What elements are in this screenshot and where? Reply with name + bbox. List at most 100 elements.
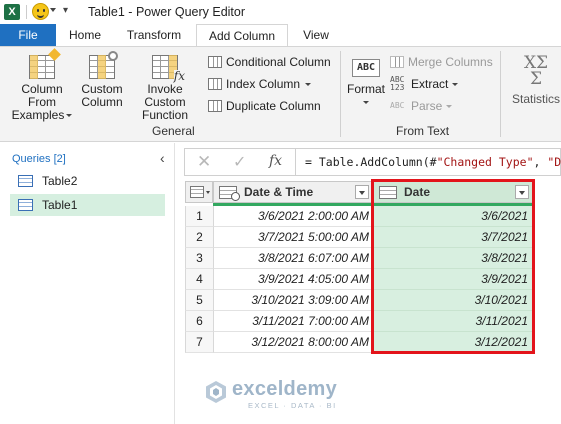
invoke-custom-function-button[interactable]: fx Invoke Custom Function — [126, 55, 204, 122]
column-header-date-time[interactable]: Date & Time — [213, 181, 373, 203]
format-abc-icon: ABC — [352, 59, 380, 77]
group-separator-2 — [500, 51, 501, 137]
data-grid: Date & Time Date 1 3/6/2021 2:00:00 AM 3… — [185, 181, 561, 353]
parse-abc-icon: ABC — [390, 101, 405, 110]
parse-label: Parse — [411, 99, 443, 113]
formula-input[interactable]: = Table.AddColumn(#"Changed Type", "Dat — [305, 155, 561, 169]
window-title: Table1 - Power Query Editor — [88, 5, 246, 19]
tab-add-column[interactable]: Add Column — [196, 24, 288, 47]
custom-column-label-2: Column — [81, 95, 123, 109]
cell-date[interactable]: 3/6/2021 — [373, 206, 533, 227]
group-label-from-text: From Text — [396, 124, 450, 138]
query-item-label: Table1 — [42, 198, 78, 212]
row-number[interactable]: 6 — [185, 311, 213, 332]
column-header-date[interactable]: Date — [373, 181, 533, 203]
column-from-examples-label-2: Examples — [11, 108, 65, 122]
cancel-formula-icon[interactable]: ✕ — [197, 152, 211, 172]
title-bar: X ▾ Table1 - Power Query Editor — [0, 0, 561, 24]
tab-file[interactable]: File — [0, 24, 56, 46]
statistics-sigma-icon: XΣ Σ — [523, 53, 549, 89]
cell-date-time[interactable]: 3/9/2021 4:05:00 AM — [213, 269, 373, 290]
formula-bar: ✕ ✓ fx = Table.AddColumn(#"Changed Type"… — [184, 148, 561, 176]
extract-button[interactable]: ABC 123 Extract — [390, 75, 459, 93]
row-number[interactable]: 7 — [185, 332, 213, 353]
statistics-button[interactable]: XΣ Σ Statistics — [506, 55, 561, 106]
cell-date-time[interactable]: 3/10/2021 3:09:00 AM — [213, 290, 373, 311]
column-filter-dropdown-icon[interactable] — [515, 185, 529, 199]
table-row: 5 3/10/2021 3:09:00 AM 3/10/2021 — [185, 290, 533, 311]
table-menu-icon — [190, 186, 204, 198]
table-row: 2 3/7/2021 5:00:00 AM 3/7/2021 — [185, 227, 533, 248]
custom-column-icon — [89, 51, 118, 79]
column-from-examples-label-1: Column From — [21, 82, 63, 109]
cell-date[interactable]: 3/9/2021 — [373, 269, 533, 290]
table-row: 1 3/6/2021 2:00:00 AM 3/6/2021 — [185, 206, 533, 227]
cell-date[interactable]: 3/8/2021 — [373, 248, 533, 269]
row-number[interactable]: 5 — [185, 290, 213, 311]
index-column-icon — [208, 78, 222, 90]
duplicate-column-label: Duplicate Column — [226, 99, 321, 113]
column-header-label: Date — [404, 185, 431, 199]
tab-view[interactable]: View — [294, 24, 338, 46]
cell-date-time[interactable]: 3/6/2021 2:00:00 AM — [213, 206, 373, 227]
cell-date-time[interactable]: 3/7/2021 5:00:00 AM — [213, 227, 373, 248]
merge-columns-button[interactable]: Merge Columns — [390, 53, 493, 71]
tab-transform[interactable]: Transform — [118, 24, 190, 46]
conditional-column-button[interactable]: Conditional Column — [208, 53, 331, 71]
custom-column-button[interactable]: Custom Column — [80, 51, 124, 109]
query-item-table1[interactable]: Table1 — [10, 194, 165, 216]
duplicate-column-button[interactable]: Duplicate Column — [208, 97, 321, 115]
row-number[interactable]: 4 — [185, 269, 213, 290]
row-number[interactable]: 2 — [185, 227, 213, 248]
queries-pane: Queries [2] ‹ Table2 Table1 — [0, 143, 175, 424]
confirm-formula-icon[interactable]: ✓ — [233, 152, 246, 172]
datetime-type-icon[interactable] — [219, 186, 240, 201]
excel-logo-icon[interactable]: X — [4, 4, 20, 20]
table-menu-button[interactable] — [185, 181, 213, 203]
exceldemy-logo-icon — [206, 381, 226, 403]
watermark: exceldemy EXCEL · DATA · BI — [204, 378, 364, 412]
formula-prefix: = Table.AddColumn(# — [305, 155, 437, 169]
index-column-dropdown-icon[interactable] — [305, 82, 312, 86]
conditional-column-label: Conditional Column — [226, 55, 331, 69]
date-type-icon[interactable] — [379, 186, 397, 199]
collapse-pane-icon[interactable]: ‹ — [160, 150, 165, 166]
cell-date-time[interactable]: 3/12/2021 8:00:00 AM — [213, 332, 373, 353]
row-number[interactable]: 3 — [185, 248, 213, 269]
invoke-function-icon: fx — [152, 55, 185, 82]
table-menu-dropdown-icon — [206, 191, 210, 194]
query-item-table2[interactable]: Table2 — [10, 170, 165, 192]
duplicate-column-icon — [208, 100, 222, 112]
quick-access-customize-icon[interactable]: ▾ — [63, 6, 68, 16]
extract-dropdown-icon — [452, 82, 459, 86]
format-label: Format — [346, 82, 385, 96]
feedback-smiley-icon[interactable] — [32, 3, 49, 20]
cell-date[interactable]: 3/12/2021 — [373, 332, 533, 353]
table-row: 4 3/9/2021 4:05:00 AM 3/9/2021 — [185, 269, 533, 290]
column-from-examples-button[interactable]: Column From Examples — [6, 48, 78, 122]
fx-icon[interactable]: fx — [269, 153, 282, 169]
formula-separator — [295, 149, 296, 175]
invoke-custom-function-label-2: Function — [141, 108, 189, 122]
chevron-down-icon — [66, 114, 73, 118]
ribbon-tabs: File Home Transform Add Column View — [0, 24, 561, 47]
cell-date[interactable]: 3/7/2021 — [373, 227, 533, 248]
smiley-dropdown-icon[interactable] — [50, 8, 56, 12]
index-column-button[interactable]: Index Column — [208, 75, 312, 93]
column-from-examples-icon — [29, 48, 61, 79]
table-icon — [18, 199, 33, 211]
tab-home[interactable]: Home — [60, 24, 110, 46]
row-number[interactable]: 1 — [185, 206, 213, 227]
formula-mid: , — [533, 155, 548, 169]
column-header-label: Date & Time — [244, 185, 314, 199]
statistics-label: Statistics — [511, 92, 560, 106]
cell-date-time[interactable]: 3/8/2021 6:07:00 AM — [213, 248, 373, 269]
cell-date-time[interactable]: 3/11/2021 7:00:00 AM — [213, 311, 373, 332]
parse-button[interactable]: ABC Parse — [390, 97, 453, 115]
column-filter-dropdown-icon[interactable] — [355, 185, 369, 199]
format-button[interactable]: ABC Format — [345, 55, 387, 109]
cell-date[interactable]: 3/11/2021 — [373, 311, 533, 332]
merge-columns-icon — [390, 56, 404, 68]
table-row: 6 3/11/2021 7:00:00 AM 3/11/2021 — [185, 311, 533, 332]
cell-date[interactable]: 3/10/2021 — [373, 290, 533, 311]
